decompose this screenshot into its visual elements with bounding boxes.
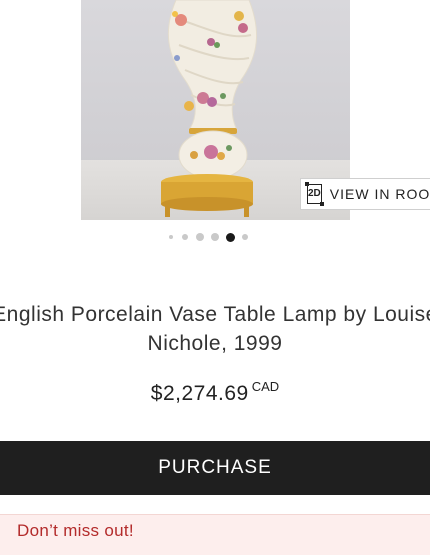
gallery-dot-5[interactable] <box>226 233 235 242</box>
view-in-room-label: VIEW IN ROOM <box>329 186 430 202</box>
view-2d-icon: 2D <box>305 182 324 206</box>
gallery-dot-2[interactable] <box>182 234 188 240</box>
gallery-dot-4[interactable] <box>211 233 219 241</box>
price-block: $2,274.69 CAD <box>0 379 430 406</box>
view-in-room-button[interactable]: 2D VIEW IN ROOM <box>300 178 430 210</box>
gallery-pagination <box>0 231 430 243</box>
scarcity-alert-banner: Don’t miss out! <box>0 514 430 555</box>
alert-text: Don’t miss out! <box>17 521 134 540</box>
gallery-dot-1[interactable] <box>169 235 173 239</box>
gallery-dot-6[interactable] <box>242 234 248 240</box>
gallery-dot-3[interactable] <box>196 233 204 241</box>
purchase-button[interactable]: PURCHASE <box>0 441 430 495</box>
product-title: English Porcelain Vase Table Lamp by Lou… <box>0 303 430 355</box>
price-currency: CAD <box>251 379 280 394</box>
price-amount: $2,274.69 <box>150 382 249 405</box>
